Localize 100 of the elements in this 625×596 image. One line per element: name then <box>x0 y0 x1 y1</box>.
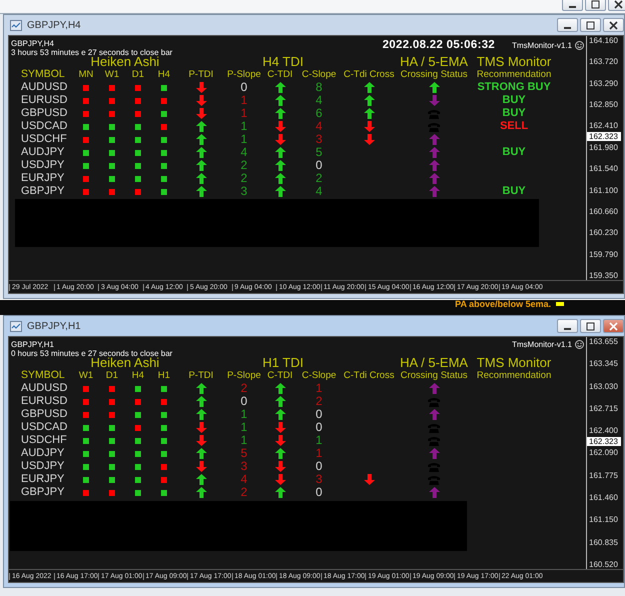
chart-symbol: GBPJPY,H1 <box>11 340 54 349</box>
recommendation: BUY <box>502 94 526 107</box>
chart-window-icon <box>10 20 22 30</box>
column-heading: C-TDI <box>267 369 293 382</box>
column-heading: H4 <box>132 369 144 382</box>
price-label: 164.160 <box>589 36 619 45</box>
group-heading: TMS Monitor <box>476 357 552 369</box>
group-heading: Heiken Ashi <box>90 357 160 369</box>
chart-symbol: GBPJPY,H4 <box>11 39 54 48</box>
symbol-cell: GBPUSD <box>21 107 68 120</box>
recommendation: BUY <box>502 146 526 159</box>
column-heading: C-TDI <box>267 68 293 81</box>
slope-value: 2 <box>240 172 248 185</box>
symbol-cell: EURUSD <box>21 395 68 408</box>
close-button[interactable] <box>603 18 624 32</box>
slope-value: 5 <box>316 146 322 159</box>
price-label: 160.835 <box>589 538 619 547</box>
slope-value: 1 <box>240 133 248 146</box>
minimize-button[interactable] <box>557 319 578 333</box>
group-heading: HA / 5-EMA <box>399 357 469 369</box>
window-title: GBPJPY,H4 <box>27 20 81 30</box>
legend-swatch <box>556 302 564 306</box>
column-heading: W1 <box>104 68 120 81</box>
column-heading: H1 <box>158 369 170 382</box>
price-label: 160.520 <box>589 560 619 569</box>
price-label: 160.660 <box>589 206 619 216</box>
column-heading: MN <box>78 68 94 81</box>
column-heading: SYMBOL <box>21 369 65 382</box>
recommendation: SELL <box>500 120 528 133</box>
price-label: 163.290 <box>589 78 619 88</box>
symbol-cell: GBPUSD <box>21 408 68 421</box>
price-label: 159.790 <box>589 250 619 259</box>
column-heading: Crossing Status <box>400 68 468 81</box>
column-heading: W1 <box>78 369 94 382</box>
slope-value: 1 <box>240 120 248 133</box>
slope-value: 1 <box>316 382 322 395</box>
symbol-cell: USDCAD <box>21 120 68 133</box>
price-label: 161.150 <box>589 515 619 524</box>
symbol-cell: EURJPY <box>21 172 64 185</box>
price-label: 161.100 <box>589 186 619 195</box>
minimize-icon <box>564 26 571 28</box>
slope-value: 1 <box>240 434 248 447</box>
price-label: 161.460 <box>589 493 619 502</box>
symbol-cell: USDJPY <box>21 460 64 473</box>
column-heading: Recommendation <box>476 68 552 81</box>
smiley-icon <box>575 340 584 349</box>
column-heading: D1 <box>132 68 144 81</box>
column-heading: P-Slope <box>227 68 261 81</box>
symbol-cell: GBPJPY <box>21 185 64 198</box>
minimize-button[interactable] <box>562 0 583 11</box>
symbol-cell: AUDJPY <box>21 447 64 460</box>
slope-value: 3 <box>240 460 248 473</box>
slope-value: 2 <box>240 486 248 499</box>
maximize-button[interactable] <box>580 18 601 32</box>
minimize-button[interactable] <box>557 18 578 32</box>
indicator-name: TmsMonitor-v1.1 <box>512 40 572 50</box>
price-label: 162.400 <box>589 426 619 436</box>
slope-value: 1 <box>316 434 322 447</box>
group-heading: H1 TDI <box>262 357 304 369</box>
price-label: 161.540 <box>589 164 619 174</box>
price-tag: 162.323 <box>587 132 621 141</box>
maximize-button[interactable] <box>585 0 606 11</box>
minimize-icon <box>564 328 571 330</box>
close-icon <box>614 0 623 8</box>
column-heading: C-Slope <box>302 369 336 382</box>
column-heading: H4 <box>158 68 170 81</box>
price-label: 161.775 <box>589 470 619 480</box>
slope-value: 2 <box>316 395 322 408</box>
maximize-icon <box>591 0 600 8</box>
slope-value: 4 <box>316 120 322 133</box>
recommendation: STRONG BUY <box>477 81 551 94</box>
slope-value: 6 <box>316 107 322 120</box>
slope-value: 1 <box>240 421 248 434</box>
column-heading: P-TDI <box>188 369 214 382</box>
recommendation: BUY <box>502 185 526 198</box>
slope-value: 5 <box>240 447 248 460</box>
minimize-icon <box>569 6 576 8</box>
slope-value: 2 <box>240 382 248 395</box>
slope-value: 2 <box>316 172 322 185</box>
column-heading: C-Tdi Cross <box>344 68 394 81</box>
slope-value: 1 <box>240 107 248 120</box>
slope-value: 4 <box>316 94 322 107</box>
slope-value: 0 <box>316 486 322 499</box>
slope-value: 3 <box>240 185 248 198</box>
column-heading: Crossing Status <box>400 369 468 382</box>
slope-value: 1 <box>240 408 248 421</box>
server-clock: 2022.08.22 05:06:32 <box>382 39 495 51</box>
group-heading: H4 TDI <box>262 56 304 68</box>
maximize-button[interactable] <box>580 319 601 333</box>
column-heading: P-TDI <box>188 68 214 81</box>
price-label: 163.720 <box>589 57 619 66</box>
bar-countdown: 0 hours 53 minutes e 27 seconds to close bar <box>11 349 172 358</box>
price-label: 162.715 <box>589 404 619 413</box>
smiley-icon <box>575 40 584 50</box>
slope-value: 1 <box>316 447 322 460</box>
indicator-name: TmsMonitor-v1.1 <box>512 340 572 349</box>
price-label: 162.410 <box>589 121 619 130</box>
price-label: 162.090 <box>589 448 619 458</box>
slope-value: 0 <box>316 159 322 172</box>
price-label: 159.350 <box>589 270 619 280</box>
